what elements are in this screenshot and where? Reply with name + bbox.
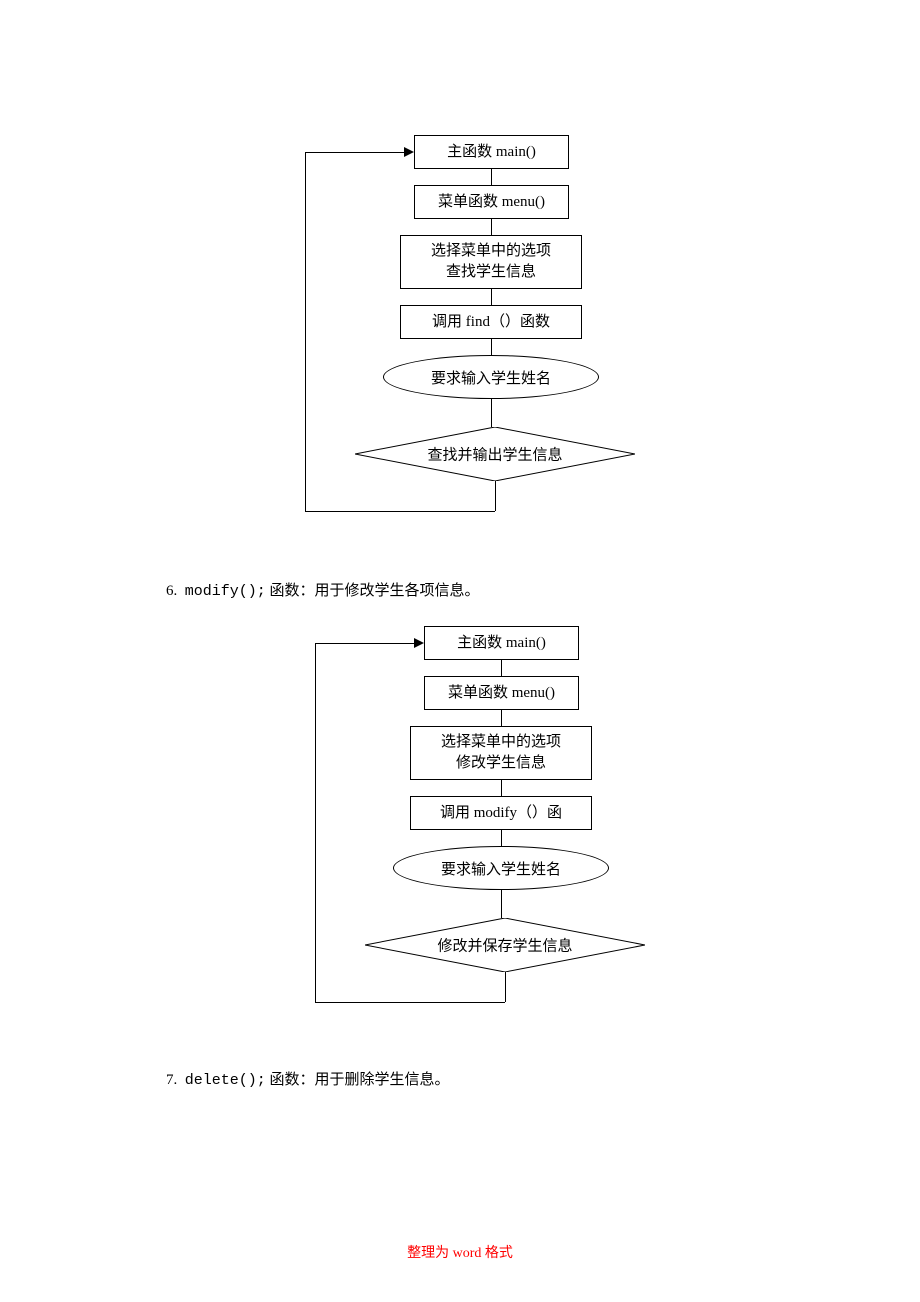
footer-text: 整理为 word 格式 bbox=[407, 1246, 513, 1261]
box-main: 主函数 main() bbox=[424, 626, 579, 660]
box-main: 主函数 main() bbox=[414, 135, 569, 169]
connector bbox=[491, 399, 492, 427]
label: 要求输入学生姓名 bbox=[441, 858, 561, 879]
item-description: 函数：用于修改学生各项信息。 bbox=[270, 583, 480, 599]
label: 主函数 main() bbox=[447, 142, 536, 163]
connector bbox=[305, 152, 404, 153]
connector bbox=[315, 643, 316, 1002]
connector bbox=[501, 890, 502, 918]
label-line2: 修改学生信息 bbox=[456, 753, 546, 774]
diamond-find-output: 查找并输出学生信息 bbox=[355, 427, 635, 481]
connector bbox=[315, 643, 414, 644]
box-menu: 菜单函数 menu() bbox=[424, 676, 579, 710]
connector bbox=[315, 1002, 505, 1003]
label: 修改并保存学生信息 bbox=[437, 939, 572, 955]
arrow-icon bbox=[404, 147, 414, 157]
connector bbox=[491, 339, 492, 355]
arrow-icon bbox=[414, 638, 424, 648]
connector bbox=[501, 830, 502, 846]
connector bbox=[495, 481, 496, 511]
ellipse-input-name: 要求输入学生姓名 bbox=[383, 355, 599, 399]
label: 菜单函数 menu() bbox=[448, 683, 555, 704]
connector bbox=[491, 169, 492, 185]
connector bbox=[305, 511, 495, 512]
ellipse-input-name: 要求输入学生姓名 bbox=[393, 846, 609, 890]
page-footer: 整理为 word 格式 bbox=[0, 1242, 920, 1262]
connector bbox=[501, 660, 502, 676]
label: 查找并输出学生信息 bbox=[427, 448, 562, 464]
connector bbox=[491, 219, 492, 235]
box-select-option: 选择菜单中的选项 修改学生信息 bbox=[410, 726, 592, 780]
box-select-option: 选择菜单中的选项 查找学生信息 bbox=[400, 235, 582, 289]
box-menu: 菜单函数 menu() bbox=[414, 185, 569, 219]
label: 调用 find（）函数 bbox=[432, 312, 550, 333]
label: 主函数 main() bbox=[457, 633, 546, 654]
item-number: 7. bbox=[166, 1072, 177, 1088]
list-item-7: 7. delete(); 函数：用于删除学生信息。 bbox=[166, 1068, 450, 1093]
label-line2: 查找学生信息 bbox=[446, 262, 536, 283]
connector bbox=[501, 780, 502, 796]
box-call-modify: 调用 modify（）函 bbox=[410, 796, 592, 830]
function-name: delete(); bbox=[185, 1072, 266, 1089]
item-description: 函数：用于删除学生信息。 bbox=[270, 1072, 450, 1088]
label-line1: 选择菜单中的选项 bbox=[431, 241, 551, 262]
connector bbox=[491, 289, 492, 305]
function-name: modify(); bbox=[185, 583, 266, 600]
list-item-6: 6. modify(); 函数：用于修改学生各项信息。 bbox=[166, 579, 480, 604]
diamond-modify-save: 修改并保存学生信息 bbox=[365, 918, 645, 972]
item-number: 6. bbox=[166, 583, 177, 599]
label: 要求输入学生姓名 bbox=[431, 367, 551, 388]
connector bbox=[305, 152, 306, 511]
connector bbox=[501, 710, 502, 726]
label-line1: 选择菜单中的选项 bbox=[441, 732, 561, 753]
connector bbox=[505, 972, 506, 1002]
box-call-find: 调用 find（）函数 bbox=[400, 305, 582, 339]
label: 调用 modify（）函 bbox=[440, 803, 562, 824]
label: 菜单函数 menu() bbox=[438, 192, 545, 213]
